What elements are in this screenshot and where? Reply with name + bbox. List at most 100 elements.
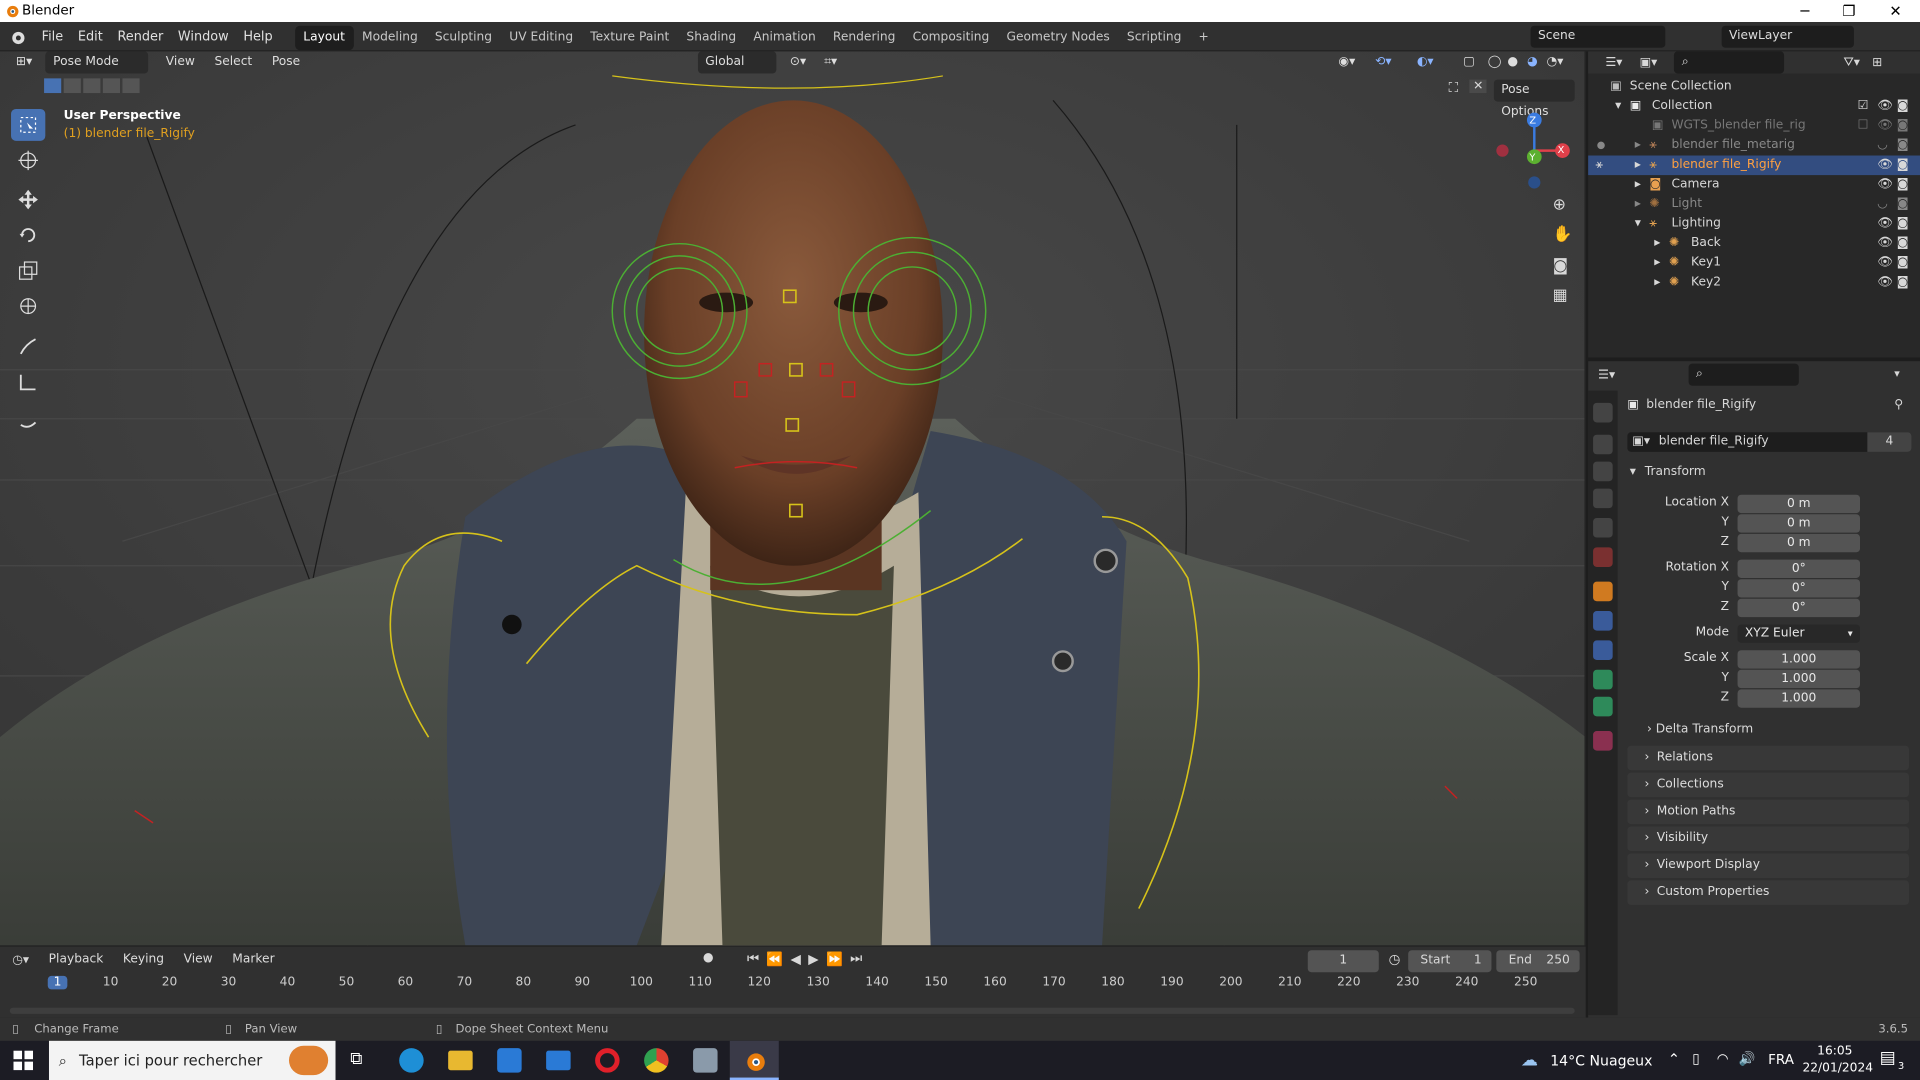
pan-hand-icon[interactable]: ✋ — [1553, 225, 1573, 243]
datablock-selector[interactable]: ▣▾ blender file_Rigify 4 — [1627, 432, 1912, 452]
notifications-icon[interactable]: ▤ — [1880, 1048, 1896, 1068]
object-tab-icon[interactable] — [1593, 581, 1613, 602]
outliner-row-back[interactable]: ▸ ✺ Back 👁 ◙ — [1588, 234, 1920, 254]
keying-dot-icon[interactable]: ● — [703, 951, 714, 964]
expand-arrow-icon[interactable]: ▸ — [1654, 273, 1660, 293]
constraints-tab-icon[interactable] — [1593, 640, 1613, 661]
workspace-tab-uv-editing[interactable]: UV Editing — [501, 25, 582, 49]
render-camera-icon[interactable]: ◙ — [1897, 234, 1909, 254]
bone-tab-icon[interactable] — [1593, 696, 1613, 717]
scene-collection-row[interactable]: ▣ Scene Collection — [1588, 77, 1920, 97]
mail-icon[interactable] — [546, 1050, 571, 1071]
select-intersect-icon[interactable] — [122, 78, 140, 94]
location-x-field[interactable]: 0 m — [1737, 494, 1861, 514]
outliner[interactable]: ☰▾ ▣▾ ⌕ ⛛▾ ⊞ ▣ Scene Collection ▾ ▣ Coll… — [1588, 51, 1920, 358]
render-camera-icon[interactable]: ◙ — [1897, 273, 1909, 293]
panel-relations[interactable]: › Relations — [1627, 745, 1909, 771]
annotate-tool[interactable] — [11, 331, 45, 363]
volume-icon[interactable]: 🔊 — [1739, 1051, 1756, 1067]
eye-icon[interactable]: 👁 — [1877, 214, 1893, 234]
outliner-row-rigify[interactable]: ⚹ ▸ ⚹ blender file_Rigify 👁 ◙ — [1588, 155, 1920, 176]
jump-keyframe-forward-icon[interactable]: ⏩ — [826, 951, 843, 967]
eye-icon[interactable]: 👁 — [1877, 234, 1893, 254]
close-region-icon[interactable]: ✕ — [1469, 79, 1488, 94]
menu-window[interactable]: Window — [171, 21, 236, 50]
outliner-row-key2[interactable]: ▸ ✺ Key2 👁 ◙ — [1588, 273, 1920, 293]
ortho-toggle-icon[interactable]: ▦ — [1553, 287, 1568, 305]
timeline[interactable]: ◷▾ Playback Keying View Marker ● ⏮ ⏪ ◀ ▶ ⏩ … — [0, 946, 1586, 1018]
tool-tab-icon[interactable] — [1593, 402, 1613, 423]
workspace-tab-sculpting[interactable]: Sculpting — [426, 25, 500, 49]
blender-menu-icon[interactable] — [0, 21, 34, 50]
outliner-row-camera[interactable]: ▸ ◙ Camera 👁 ◙ — [1588, 175, 1920, 195]
scale-tool[interactable] — [11, 255, 45, 287]
xray-icon[interactable]: ▢ — [1457, 51, 1481, 73]
camera-view-icon[interactable]: ◙ — [1553, 257, 1568, 275]
weather-text[interactable]: 14°C Nuageux — [1550, 1052, 1652, 1069]
zoom-icon[interactable]: ⊕ — [1553, 196, 1566, 214]
panel-collections[interactable]: › Collections — [1627, 772, 1909, 798]
expand-arrow-icon[interactable]: ▸ — [1635, 195, 1641, 215]
current-frame-field[interactable]: 1 — [1307, 950, 1379, 973]
app-icon[interactable] — [693, 1048, 718, 1073]
wifi-icon[interactable]: ◠ — [1717, 1051, 1729, 1067]
render-camera-icon[interactable]: ◙ — [1897, 195, 1909, 215]
render-camera-icon[interactable]: ◙ — [1897, 175, 1909, 195]
eye-hidden-icon[interactable]: ◡ — [1877, 136, 1888, 156]
workspace-tab-modeling[interactable]: Modeling — [353, 25, 426, 49]
expand-arrow-icon[interactable]: ▸ — [1654, 234, 1660, 254]
render-tab-icon[interactable] — [1593, 434, 1613, 455]
render-camera-icon[interactable]: ◙ — [1897, 97, 1909, 117]
new-collection-icon[interactable]: ⊞ — [1872, 56, 1882, 69]
edge-icon[interactable] — [399, 1048, 424, 1073]
menu-help[interactable]: Help — [236, 21, 280, 50]
taskbar-search-box[interactable]: ⌕ Taper ici pour rechercher — [48, 1040, 336, 1080]
rotation-y-field[interactable]: 0° — [1737, 579, 1861, 598]
store-icon[interactable] — [497, 1048, 522, 1073]
pin-icon[interactable]: ⚲ — [1894, 398, 1903, 411]
workspace-tab-shading[interactable]: Shading — [678, 25, 745, 49]
panel-custom-properties[interactable]: › Custom Properties — [1627, 880, 1909, 905]
workspace-tab-compositing[interactable]: Compositing — [904, 25, 998, 49]
expand-arrow-icon[interactable]: ▾ — [1635, 214, 1641, 234]
world-tab-icon[interactable] — [1593, 547, 1613, 567]
view-layer-tab-icon[interactable] — [1593, 488, 1613, 509]
rotation-mode-select[interactable]: XYZ Euler ▾ — [1737, 624, 1861, 643]
delta-transform-subpanel[interactable]: › Delta Transform — [1647, 722, 1753, 735]
gizmo-toggle-icon[interactable]: ⟲▾ — [1369, 51, 1398, 73]
eye-icon[interactable]: 👁 — [1877, 156, 1893, 176]
eye-icon[interactable]: 👁 — [1877, 175, 1893, 195]
outliner-editor-icon[interactable]: ☰▾ — [1605, 56, 1622, 69]
timeline-scrollbar[interactable] — [9, 1007, 1575, 1014]
outliner-row-collection[interactable]: ▾ ▣ Collection ☑ 👁 ◙ — [1588, 97, 1920, 117]
workspace-tab-texture-paint[interactable]: Texture Paint — [582, 25, 678, 49]
jump-end-icon[interactable]: ⏭ — [850, 950, 862, 967]
panel-visibility[interactable]: › Visibility — [1627, 826, 1909, 852]
visibility-icon[interactable]: ◉▾ — [1332, 51, 1361, 73]
snap-icon[interactable]: ⌗▾ — [818, 51, 843, 73]
workspace-tab-scripting[interactable]: Scripting — [1118, 25, 1190, 49]
rotate-tool[interactable] — [11, 219, 45, 251]
windows-start-icon[interactable] — [10, 1047, 37, 1074]
texture-tab-icon[interactable] — [1593, 731, 1613, 751]
tray-chevron-icon[interactable]: ⌃ — [1668, 1051, 1680, 1068]
properties-editor[interactable]: ☰▾ ⌕ ▾ ▣ blender file_Rigify ⚲ ▣▾ blender… — [1588, 361, 1920, 1018]
display-mode-icon[interactable]: ▣▾ — [1640, 56, 1658, 69]
end-frame-field[interactable]: End 250 — [1496, 950, 1580, 973]
expand-arrow-icon[interactable]: ▾ — [1615, 97, 1621, 117]
task-view-icon[interactable]: ⧉ — [350, 1049, 362, 1069]
select-invert-icon[interactable] — [102, 78, 121, 94]
collapse-arrow-icon[interactable]: ▾ — [1630, 465, 1636, 478]
user-count[interactable]: 4 — [1867, 432, 1912, 452]
expand-arrow-icon[interactable]: ▸ — [1635, 175, 1641, 195]
viewport-menu-view[interactable]: View — [156, 51, 205, 73]
eye-icon[interactable]: 👁 — [1877, 116, 1893, 136]
select-extend-icon[interactable] — [63, 78, 81, 94]
measure-tool[interactable] — [11, 366, 45, 398]
pose-options-button[interactable]: Pose Options — [1493, 79, 1575, 119]
frame-ruler[interactable]: 1 10 20 30 40 50 60 70 80 90 100 110 120 130 140 150 160… — [0, 973, 1586, 997]
workspace-tab-layout[interactable]: Layout — [294, 25, 354, 50]
editor-type-icon[interactable]: ⊞▾ — [10, 51, 39, 73]
3d-viewport[interactable]: ⊞▾ Pose Mode View Select Pose Global ⊙▾ ⌗▾… — [0, 51, 1586, 946]
clock-icon[interactable]: ◷ — [1389, 951, 1401, 967]
